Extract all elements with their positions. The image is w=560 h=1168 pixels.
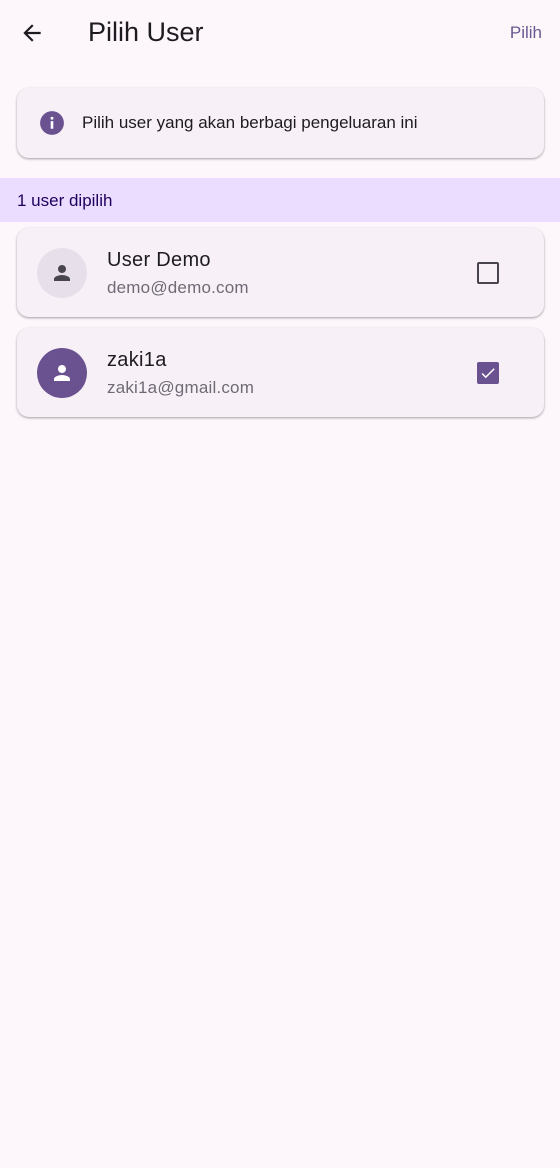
user-list-item[interactable]: zaki1a zaki1a@gmail.com	[17, 328, 544, 417]
avatar	[37, 248, 87, 298]
app-bar: Pilih User Pilih	[0, 0, 560, 66]
user-name: User Demo	[107, 249, 211, 271]
person-icon	[54, 265, 70, 281]
user-checkbox[interactable]	[477, 362, 499, 384]
user-name: zaki1a	[107, 349, 167, 371]
user-checkbox[interactable]	[477, 262, 499, 284]
back-button[interactable]	[8, 9, 56, 57]
page-title: Pilih User	[88, 17, 204, 47]
person-icon	[54, 365, 70, 381]
selection-count: 1 user dipilih	[17, 191, 113, 210]
info-icon	[40, 111, 64, 135]
pilih-button[interactable]: Pilih	[510, 20, 542, 46]
check-icon	[481, 368, 495, 379]
info-message: Pilih user yang akan berbagi pengeluaran…	[82, 113, 418, 132]
arrow-back-icon	[23, 24, 41, 42]
user-email: demo@demo.com	[107, 278, 249, 297]
selection-summary-bar: 1 user dipilih	[0, 178, 560, 222]
info-card: Pilih user yang akan berbagi pengeluaran…	[17, 88, 544, 158]
avatar	[37, 348, 87, 398]
user-list-item[interactable]: User Demo demo@demo.com	[17, 228, 544, 317]
user-email: zaki1a@gmail.com	[107, 378, 255, 397]
